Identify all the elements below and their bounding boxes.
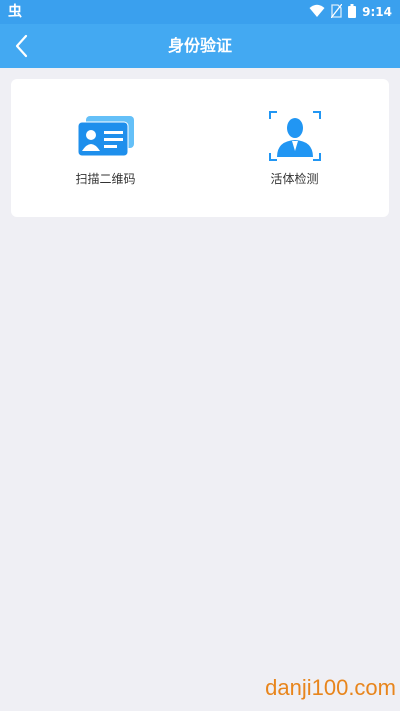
app-notification-icon: 虫: [8, 4, 22, 20]
wifi-icon: [309, 3, 325, 22]
no-sim-icon: [330, 3, 343, 22]
header-bar: 身份验证: [0, 24, 400, 68]
chevron-left-icon: [15, 34, 28, 58]
scan-qr-label: 扫描二维码: [75, 171, 136, 186]
back-button[interactable]: [6, 30, 38, 62]
status-bar: 虫 9:14: [0, 0, 400, 24]
scan-qr-option[interactable]: 扫描二维码: [11, 79, 200, 217]
watermark-text: danji100.com: [265, 675, 396, 700]
status-icons: 9:14: [309, 3, 392, 21]
liveness-detection-label: 活体检测: [270, 171, 319, 186]
battery-icon: [348, 3, 357, 22]
verification-options-card: 扫描二维码 活体检测: [11, 79, 389, 217]
status-time: 9:14: [362, 5, 392, 19]
id-card-icon: [76, 110, 136, 162]
page-title: 身份验证: [167, 36, 232, 55]
face-scan-icon: [265, 110, 325, 162]
liveness-detection-option[interactable]: 活体检测: [200, 79, 389, 217]
